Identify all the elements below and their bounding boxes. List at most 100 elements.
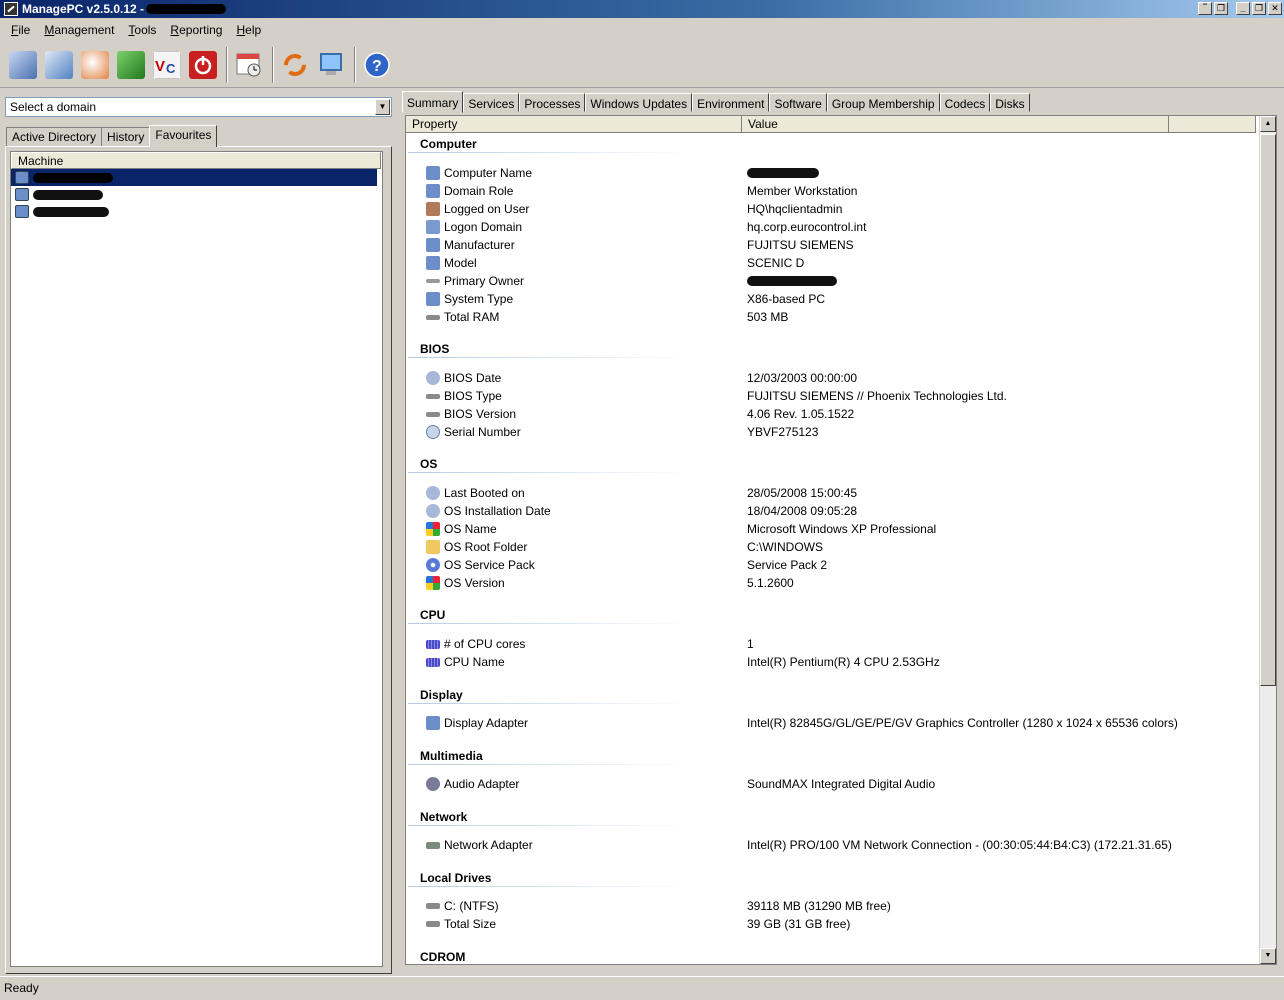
redacted-primary-owner [747, 276, 837, 286]
toolbar: VC ? [0, 42, 1284, 88]
prop-row-bios-type[interactable]: BIOS Type FUJITSU SIEMENS // Phoenix Tech… [426, 387, 1246, 405]
refresh-button[interactable] [278, 47, 312, 83]
computer-button[interactable] [6, 47, 40, 83]
tab-history[interactable]: History [101, 127, 151, 146]
shutdown-button[interactable] [186, 47, 220, 83]
redacted-machine-name [33, 172, 113, 183]
machine-row[interactable] [11, 186, 382, 203]
network-computers-icon [45, 50, 73, 79]
domain-select[interactable]: Select a domain ▼ [5, 97, 392, 117]
remote-desktop-button[interactable] [78, 47, 112, 83]
prop-row-total-ram[interactable]: Total RAM 503 MB [426, 308, 1246, 326]
maximize-button[interactable]: ❐ [1252, 2, 1266, 15]
monitor-button[interactable] [314, 47, 348, 83]
group-divider [408, 703, 692, 704]
minimize-button[interactable]: _ [1236, 2, 1250, 15]
group-divider [408, 472, 692, 473]
property-column-header[interactable]: Property [406, 116, 742, 133]
scroll-down-button[interactable]: ▼ [1260, 948, 1276, 964]
prop-row-system-type[interactable]: System Type X86-based PC [426, 290, 1246, 308]
computer-icon [426, 292, 440, 306]
clock-icon [426, 371, 440, 385]
property-grid[interactable]: Property Value Computer Computer Name Do… [405, 115, 1277, 965]
prop-row-network-adapter[interactable]: Network Adapter Intel(R) PRO/100 VM Netwo… [426, 836, 1246, 854]
machine-list[interactable]: Machine [10, 151, 383, 967]
computer-icon [426, 238, 440, 252]
tab-summary[interactable]: Summary [402, 91, 464, 113]
prop-row-manufacturer[interactable]: Manufacturer FUJITSU SIEMENS [426, 236, 1246, 254]
tab-disks[interactable]: Disks [990, 93, 1030, 112]
prop-row-cpu-name[interactable]: CPU Name Intel(R) Pentium(R) 4 CPU 2.53GH… [426, 653, 1246, 671]
tab-software[interactable]: Software [769, 93, 827, 112]
network-computers-button[interactable] [42, 47, 76, 83]
machine-row[interactable] [11, 203, 382, 220]
vnc-icon: VC [153, 50, 181, 79]
help-button[interactable]: ? [360, 47, 394, 83]
detail-tabs: Summary Services Processes Windows Updat… [402, 90, 1030, 113]
tab-favourites[interactable]: Favourites [149, 125, 218, 147]
prop-row-domain-role[interactable]: Domain Role Member Workstation [426, 182, 1246, 200]
folder-icon [426, 540, 440, 554]
close-button[interactable]: ✕ [1268, 2, 1282, 15]
redacted-machine-name [33, 206, 109, 217]
machine-column-header[interactable]: Machine [11, 152, 381, 169]
machine-row[interactable] [11, 169, 377, 186]
calendar-clock-icon [236, 53, 261, 76]
prop-row-primary-owner[interactable]: Primary Owner [426, 272, 1246, 290]
prop-row-display-adapter[interactable]: Display Adapter Intel(R) 82845G/GL/GE/PE/… [426, 714, 1246, 732]
tab-codecs[interactable]: Codecs [939, 93, 991, 112]
prop-row-os-root-folder[interactable]: OS Root Folder C:\WINDOWS [426, 538, 1246, 556]
tab-windows-updates[interactable]: Windows Updates [585, 93, 693, 112]
menu-reporting[interactable]: Reporting [163, 23, 229, 37]
prop-row-logged-on-user[interactable]: Logged on User HQ\hqclientadmin [426, 200, 1246, 218]
svg-text:C: C [166, 61, 176, 76]
inner-restore-button[interactable]: ❐ [1214, 2, 1228, 15]
prop-row-bios-date[interactable]: BIOS Date 12/03/2003 00:00:00 [426, 369, 1246, 387]
tab-group-membership[interactable]: Group Membership [826, 93, 940, 112]
value-column-header[interactable]: Value [742, 116, 1169, 133]
prop-row-model[interactable]: Model SCENIC D [426, 254, 1246, 272]
prop-row-serial-number[interactable]: Serial Number YBVF275123 [426, 423, 1246, 441]
group-title-cpu: CPU [420, 608, 446, 622]
tab-processes[interactable]: Processes [519, 93, 586, 112]
prop-row-drive-c[interactable]: C: (NTFS) 39118 MB (31290 MB free) [426, 897, 1246, 915]
prop-row-computer-name[interactable]: Computer Name [426, 164, 1246, 182]
title-bar: ManagePC v2.5.0.12 - ‾ ❐ _ ❐ ✕ [0, 0, 1284, 18]
scroll-up-button[interactable]: ▲ [1260, 116, 1276, 132]
hard-drive-icon [426, 921, 440, 927]
left-tabs: Active Directory History Favourites [6, 125, 218, 147]
menu-management[interactable]: Management [37, 23, 121, 37]
prop-row-os-service-pack[interactable]: OS Service Pack Service Pack 2 [426, 556, 1246, 574]
menu-help[interactable]: Help [229, 23, 268, 37]
menu-file[interactable]: File [4, 23, 37, 37]
group-title-bios: BIOS [420, 342, 450, 356]
cpu-icon [426, 657, 440, 667]
vertical-scrollbar[interactable]: ▲ ▼ [1259, 116, 1276, 964]
prop-row-audio-adapter[interactable]: Audio Adapter SoundMAX Integrated Digital… [426, 775, 1246, 793]
manage-modules-button[interactable] [114, 47, 148, 83]
domain-select-value: Select a domain [10, 100, 97, 114]
blank-column-header [1169, 116, 1256, 133]
scheduler-button[interactable] [232, 47, 266, 83]
prop-row-logon-domain[interactable]: Logon Domain hq.corp.eurocontrol.int [426, 218, 1246, 236]
prop-row-last-booted[interactable]: Last Booted on 28/05/2008 15:00:45 [426, 484, 1246, 502]
tab-active-directory[interactable]: Active Directory [6, 127, 103, 146]
vnc-button[interactable]: VC [150, 47, 184, 83]
prop-row-bios-version[interactable]: BIOS Version 4.06 Rev. 1.05.1522 [426, 405, 1246, 423]
prop-row-os-install-date[interactable]: OS Installation Date 18/04/2008 09:05:28 [426, 502, 1246, 520]
tab-services[interactable]: Services [463, 93, 520, 112]
prop-row-os-name[interactable]: OS Name Microsoft Windows XP Professional [426, 520, 1246, 538]
inner-minimize-button[interactable]: ‾ [1198, 2, 1212, 15]
scroll-thumb[interactable] [1260, 134, 1276, 686]
group-divider [408, 152, 692, 153]
prop-row-total-size[interactable]: Total Size 39 GB (31 GB free) [426, 915, 1246, 933]
menu-tools[interactable]: Tools [121, 23, 163, 37]
prop-row-os-version[interactable]: OS Version 5.1.2600 [426, 574, 1246, 592]
tab-environment[interactable]: Environment [692, 93, 770, 112]
prop-row-cpu-cores[interactable]: # of CPU cores 1 [426, 635, 1246, 653]
menu-bar: File Management Tools Reporting Help [0, 19, 1284, 41]
speaker-icon [426, 777, 440, 791]
refresh-icon [284, 53, 306, 76]
group-title-network: Network [420, 810, 468, 824]
chevron-down-icon[interactable]: ▼ [375, 99, 390, 115]
